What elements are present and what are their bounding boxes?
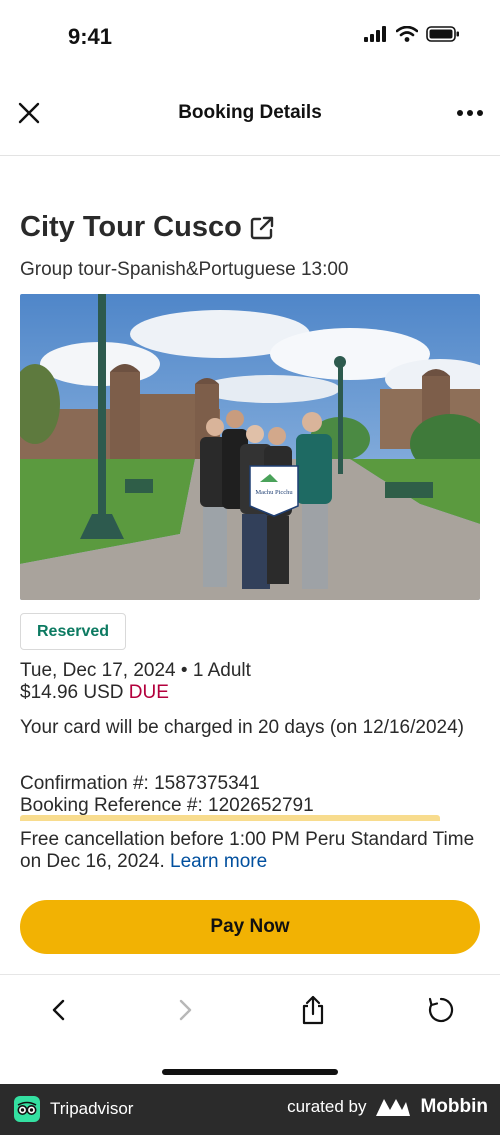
brand-name: Tripadvisor [50,1099,134,1118]
footer-bar: Tripadvisor curated by Mobbin [0,1084,500,1135]
confirmation-number: Confirmation #: 1587375341 [20,773,260,794]
mobbin-logo-icon [376,1099,411,1116]
mobbin-name: Mobbin [420,1096,488,1117]
secondary-button-peek [20,815,440,821]
due-label: DUE [128,682,169,703]
footer-credit: curated by Mobbin [287,1096,488,1118]
refresh-button[interactable] [424,993,458,1027]
browser-toolbar [0,974,500,1084]
forward-button[interactable] [168,993,202,1027]
price-line: $14.96 USD DUE [20,682,480,704]
curated-by-label: curated by [287,1097,367,1116]
forward-icon [179,999,192,1021]
refresh-icon [428,997,454,1023]
more-icon[interactable] [454,100,486,126]
tripadvisor-logo-icon [14,1096,40,1122]
share-button[interactable] [296,993,330,1027]
status-time: 9:41 [68,24,113,49]
nav-header: Booking Details [0,74,500,156]
cancellation-policy: Free cancellation before 1:00 PM Peru St… [20,829,480,873]
charge-notice: Your card will be charged in 20 days (on… [20,717,464,738]
date-line: Tue, Dec 17, 2024 • 1 Adult [20,660,251,681]
page-title: Booking Details [178,102,322,123]
status-icons [364,26,460,42]
wifi-icon [396,26,418,42]
tour-title[interactable]: City Tour Cusco [20,211,276,244]
status-badge: Reserved [20,613,127,650]
external-link-icon [250,216,274,239]
share-icon [302,995,324,1025]
tour-subtitle: Group tour-Spanish&Portuguese 13:00 [20,259,349,280]
home-indicator [162,1069,338,1075]
signal-icon [364,26,386,42]
status-bar: 9:41 [0,0,500,74]
back-button[interactable] [42,993,76,1027]
battery-icon [426,26,459,42]
booking-reference: Booking Reference #: 1202652791 [20,795,314,816]
tour-photo: Machu Picchu [20,294,480,600]
tour-title-text: City Tour Cusco [20,211,242,243]
price-amount: $14.96 USD [20,682,124,703]
date-price-block: Tue, Dec 17, 2024 • 1 Adult $14.96 USD D… [20,660,480,704]
photo-flag-text: Machu Picchu [255,489,293,496]
footer-brand: Tripadvisor [14,1096,133,1122]
reference-block: Confirmation #: 1587375341 Booking Refer… [20,773,480,817]
learn-more-link[interactable]: Learn more [170,851,267,872]
pay-now-button[interactable]: Pay Now [20,900,480,954]
back-icon [52,999,65,1021]
